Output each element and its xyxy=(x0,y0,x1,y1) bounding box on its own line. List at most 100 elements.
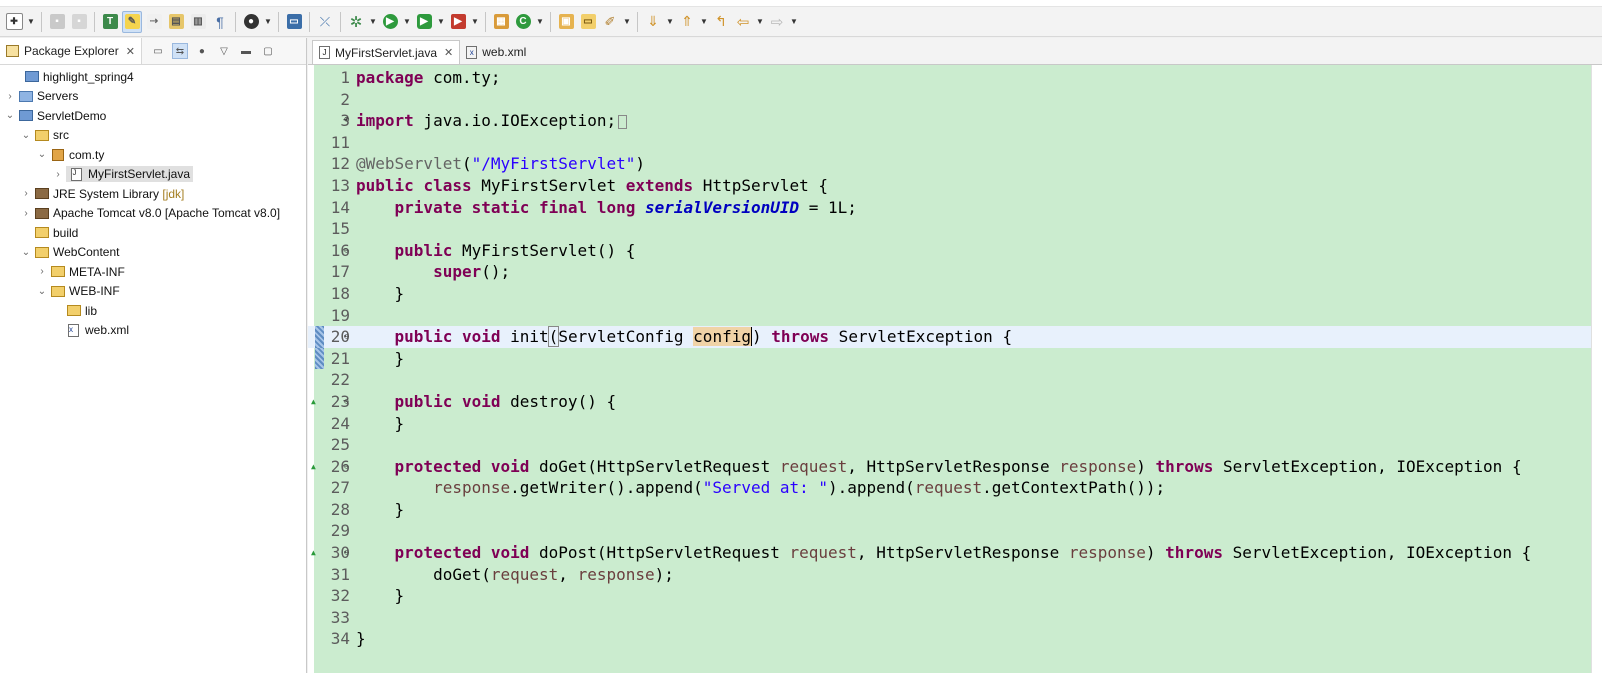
tree-item-com-ty[interactable]: ⌄ com.ty xyxy=(0,145,306,165)
code-text: } xyxy=(394,499,405,519)
tree-item-decoration: [Apache Tomcat v8.0] xyxy=(164,206,281,221)
collapse-all-icon[interactable]: ▭ xyxy=(150,43,166,59)
tab-myfirstservlet-java[interactable]: J MyFirstServlet.java ✕ xyxy=(312,40,461,64)
tree-item-label: ServletDemo xyxy=(37,108,107,123)
chevron-down-icon[interactable]: ⌄ xyxy=(20,130,32,141)
save-icon[interactable]: ▪ xyxy=(47,11,67,33)
new-icon[interactable]: ✚ xyxy=(4,11,24,33)
last-edit-location-icon[interactable]: ↰ xyxy=(711,11,731,33)
tree-item-web-xml[interactable]: x web.xml xyxy=(0,321,306,341)
previous-annotation-dropdown-icon[interactable]: ▼ xyxy=(699,11,709,33)
run-dropdown-icon[interactable]: ▼ xyxy=(402,11,412,33)
tree-item-servletdemo[interactable]: ⌄ ServletDemo xyxy=(0,106,306,126)
previous-annotation-icon[interactable]: ⇑ xyxy=(677,11,697,33)
next-annotation-icon[interactable]: ⇢ xyxy=(144,11,164,33)
code-keyword: public void xyxy=(394,391,501,411)
open-task-icon[interactable]: ▣ xyxy=(556,11,576,33)
external-tools-dropdown-icon[interactable]: ▼ xyxy=(470,11,480,33)
toggle-mark-occurrences-icon[interactable]: ✎ xyxy=(122,10,142,33)
tree-item-apache-tomcat[interactable]: › Apache Tomcat v8.0 [Apache Tomcat v8.0… xyxy=(0,204,306,224)
show-whitespace-icon[interactable]: ▥ xyxy=(188,11,208,33)
expand-fold-icon[interactable]: ⊕ xyxy=(344,110,349,132)
collapse-fold-icon[interactable]: ⊖ xyxy=(344,240,349,262)
chevron-right-icon[interactable]: › xyxy=(36,266,48,277)
code-text: doGet( xyxy=(433,564,491,584)
new-class-dropdown-icon[interactable]: ▼ xyxy=(535,11,545,33)
debug-dropdown-icon[interactable]: ▼ xyxy=(368,11,378,33)
back-icon[interactable]: ⇦ xyxy=(733,11,753,33)
code-parameter: response xyxy=(1068,543,1146,563)
tree-item-myfirstservlet-java[interactable]: › J MyFirstServlet.java xyxy=(0,165,306,185)
view-menu-icon[interactable]: ▽ xyxy=(216,43,232,59)
next-annotation-dropdown-icon[interactable]: ▼ xyxy=(665,11,675,33)
coverage-dropdown-icon[interactable]: ▼ xyxy=(436,11,446,33)
collapse-fold-icon[interactable]: ⊖ xyxy=(344,391,349,413)
user-dropdown-icon[interactable]: ▼ xyxy=(263,11,273,33)
link-with-editor-icon[interactable]: ⇆ xyxy=(171,43,188,59)
open-folder-icon[interactable]: ▭ xyxy=(578,11,598,33)
new-java-project-icon[interactable]: ▦ xyxy=(491,11,511,33)
forward-dropdown-icon[interactable]: ▼ xyxy=(789,11,799,33)
code-text: ServletException, IOException { xyxy=(1222,543,1532,563)
tree-item-build[interactable]: build xyxy=(0,223,306,243)
minimize-icon[interactable]: ▬ xyxy=(238,43,254,59)
tree-item-src[interactable]: ⌄ src xyxy=(0,126,306,146)
skip-breakpoints-icon[interactable]: ⤫ xyxy=(315,11,335,33)
chevron-right-icon[interactable]: › xyxy=(52,169,64,180)
chevron-right-icon[interactable]: › xyxy=(20,208,32,219)
chevron-down-icon[interactable]: ⌄ xyxy=(36,149,48,160)
run-icon[interactable]: ▶ xyxy=(380,11,400,33)
code-keyword: public void xyxy=(394,327,501,347)
chevron-down-icon[interactable]: ⌄ xyxy=(36,286,48,297)
tree-item-label: MyFirstServlet.java xyxy=(88,167,191,182)
debug-icon[interactable]: ✲ xyxy=(346,11,366,33)
folded-region-icon[interactable] xyxy=(618,114,628,129)
tree-item-lib[interactable]: lib xyxy=(0,301,306,321)
tree-item-label: META-INF xyxy=(69,264,125,279)
external-tools-icon[interactable]: ▶ xyxy=(448,11,468,33)
tree-item-jre-system-library[interactable]: › JRE System Library [jdk] xyxy=(0,184,306,204)
tree-item-webcontent[interactable]: ⌄ WebContent xyxy=(0,243,306,263)
search-dropdown-icon[interactable]: ▼ xyxy=(622,11,632,33)
close-icon[interactable]: ✕ xyxy=(126,45,135,58)
open-type-icon[interactable]: T xyxy=(100,11,120,33)
collapse-fold-icon[interactable]: ⊖ xyxy=(344,326,349,348)
package-explorer-tab[interactable]: Package Explorer ✕ xyxy=(0,38,142,64)
next-annotation-down-icon[interactable]: ⇓ xyxy=(643,11,663,33)
code-line: 24 } xyxy=(308,413,1602,435)
code-keyword: public xyxy=(394,240,453,260)
collapse-fold-icon[interactable]: ⊖ xyxy=(344,542,349,564)
new-class-icon[interactable]: C xyxy=(513,11,533,33)
chevron-right-icon[interactable]: › xyxy=(20,188,32,199)
search-icon[interactable]: ✐ xyxy=(600,11,620,33)
coverage-icon[interactable]: ▶ xyxy=(414,11,434,33)
maximize-icon[interactable]: ▢ xyxy=(260,43,276,59)
code-parameter-highlight: config xyxy=(693,327,752,347)
save-all-icon[interactable]: ▪ xyxy=(69,11,89,33)
chevron-down-icon[interactable]: ⌄ xyxy=(4,110,16,121)
collapse-fold-icon[interactable]: ⊖ xyxy=(344,456,349,478)
line-number: 13 xyxy=(330,175,350,195)
code-keyword: throws xyxy=(1155,456,1214,476)
chevron-down-icon[interactable]: ⌄ xyxy=(20,247,32,258)
tree-item-web-inf[interactable]: ⌄ WEB-INF xyxy=(0,282,306,302)
focus-on-active-task-icon[interactable]: ● xyxy=(194,43,210,59)
code-keyword: protected void xyxy=(394,456,530,476)
package-explorer-tab-bar: Package Explorer ✕ ▭ ⇆ ● ▽ ▬ ▢ xyxy=(0,38,306,65)
tab-web-xml[interactable]: x web.xml xyxy=(460,40,532,64)
close-icon[interactable]: ✕ xyxy=(444,46,453,59)
overview-ruler[interactable] xyxy=(1591,65,1602,673)
console-icon[interactable]: ▭ xyxy=(284,11,304,33)
code-text: ); xyxy=(654,564,674,584)
code-editor[interactable]: 1 package com.ty; 2 3 ⊕ import java.io.IOEx… xyxy=(308,65,1602,673)
tree-item-servers[interactable]: › Servers xyxy=(0,87,306,107)
user-icon[interactable]: ● xyxy=(241,11,261,33)
tree-item-highlight-spring4[interactable]: highlight_spring4 xyxy=(0,67,306,87)
tree-item-meta-inf[interactable]: › META-INF xyxy=(0,262,306,282)
new-dropdown-icon[interactable]: ▼ xyxy=(26,11,36,33)
back-dropdown-icon[interactable]: ▼ xyxy=(755,11,765,33)
forward-icon[interactable]: ⇨ xyxy=(767,11,787,33)
block-selection-icon[interactable]: ▤ xyxy=(166,11,186,33)
pilcrow-icon[interactable]: ¶ xyxy=(210,11,230,33)
chevron-right-icon[interactable]: › xyxy=(4,91,16,102)
